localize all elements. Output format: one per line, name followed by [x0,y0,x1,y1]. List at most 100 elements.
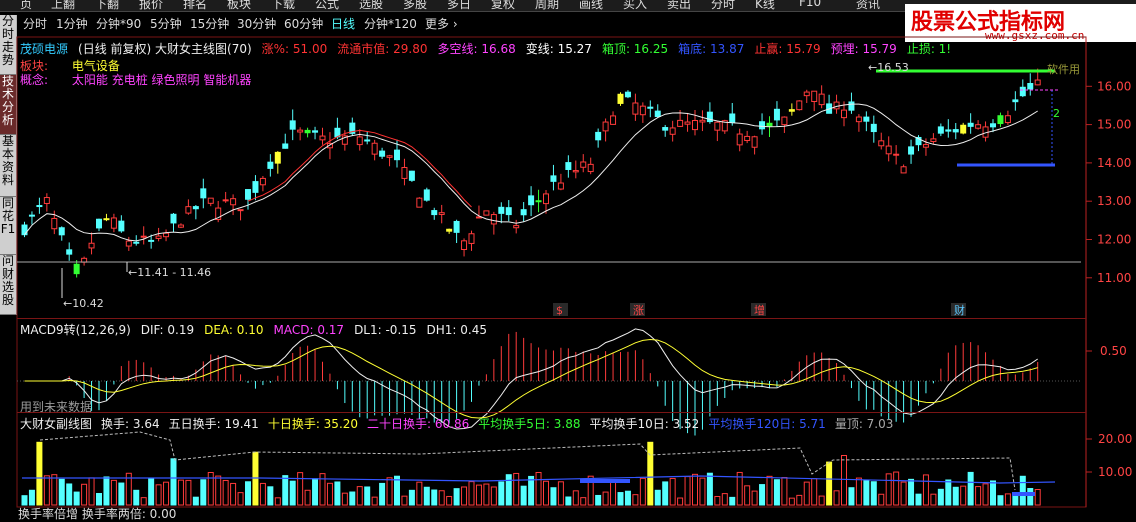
volume-bar [624,490,631,506]
volume-bar [818,495,825,506]
candle-body [602,121,609,132]
volume-bar [1027,488,1034,506]
candle-body [274,151,281,164]
candle-body [140,235,147,238]
volume-bar [773,479,780,506]
volume-bar [170,458,177,506]
volume-bar [58,478,65,506]
volume-bar [364,486,371,506]
volume-bar [207,472,214,506]
volume-bar [148,478,155,506]
candle-body [833,101,840,110]
candle-body [669,127,676,135]
signal-3: 财 [954,303,965,317]
candle-body [133,241,140,244]
volume-bar [557,481,564,506]
volume-bar [259,482,266,506]
candle-body [267,161,274,169]
candle-body [855,116,862,123]
candle-body [103,218,110,221]
candle-body [624,91,631,98]
volume-bar [677,497,684,506]
volume-bar [826,461,833,506]
volume-bar [371,496,378,506]
volume-bar [297,472,304,506]
volume-bar [505,474,512,506]
vol-label-0: 20.00 [1098,432,1132,446]
volume-bar [43,475,50,506]
volume-bar [401,495,408,506]
candle-body [304,129,311,134]
volume-bar [848,487,855,506]
volume-bar [341,492,348,506]
vol-header-item-5: 平均换手5日: 3.88 [478,417,581,431]
volume-bar [639,477,646,506]
candle-body [841,109,847,119]
volume-bar [379,482,386,506]
candle-body [505,207,512,216]
volume-bar [543,480,549,506]
candle-body [528,195,535,206]
candle-body [662,127,669,131]
candle-body [773,108,780,121]
volume-bar [334,481,341,506]
candle-body [416,197,423,208]
range-label: ←11.41 - 11.46 [128,266,211,279]
candle-body [289,120,296,130]
vol-header-item-6: 平均换手10日: 3.52 [589,417,700,431]
volume-bar [595,494,602,506]
candle-body [945,129,952,132]
candles [21,68,1041,278]
candle-body [937,126,944,134]
volume-bar [498,481,505,506]
volume-bar [267,486,274,506]
volume-bar [841,455,847,506]
volume-bar [751,490,758,506]
volume-bar [163,481,170,506]
candle-body [468,233,475,244]
candle-body [967,122,974,127]
volume-bar [312,478,319,506]
volume-bar [230,482,237,506]
candle-body [483,210,490,216]
volume-bar [431,489,438,506]
volume-bar [461,486,468,506]
volume-bar [237,492,244,506]
volume-bar [863,480,870,506]
price-label-2: 14.00 [1097,156,1131,170]
macd-header-item-2: DEA: 0.10 [204,323,264,337]
volume-bar [893,471,900,506]
volume-bar [550,487,557,506]
stock-chart[interactable]: 16.00 15.00 14.00 13.00 12.00 11.00 ←10.42 ←11.… [0,0,1136,515]
low-price-label: ←10.42 [63,297,104,310]
candle-body [155,235,162,239]
volume-bar [103,476,110,506]
candle-body [572,170,579,173]
candle-body [885,145,892,155]
volume-bar [632,494,639,506]
candle-body [282,143,289,149]
candle-body [803,91,810,97]
price-label-4: 12.00 [1097,232,1131,246]
macd-header-item-0: MACD9转(12,26,9) [20,323,131,337]
candle-body [148,239,155,242]
candle-body [192,206,199,210]
candle-body [811,90,818,102]
volume-bars [21,441,1041,506]
volume-bar [945,479,952,506]
volume-bar [282,475,289,506]
volume-bar [580,497,587,506]
volume-bar [513,472,520,506]
volume-bar [908,478,915,506]
volume-bar [937,488,944,506]
volume-bar [572,490,579,506]
bottom-status: 换手率倍增 换手率两倍: 0.00 [18,507,177,521]
volume-bar [200,479,207,506]
volume-bar [744,485,751,506]
candle-body [58,227,65,236]
candle-body [259,177,266,186]
candle-body [379,150,386,157]
volume-bar [274,497,281,506]
candle-body [617,93,624,104]
volume-bar [185,479,192,506]
